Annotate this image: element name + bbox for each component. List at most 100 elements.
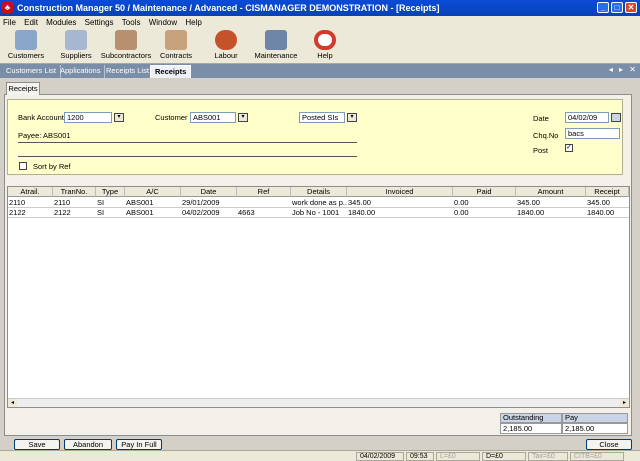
- cell-paid: 0.00: [454, 198, 469, 207]
- menu-window[interactable]: Window: [149, 18, 177, 27]
- post-checkbox[interactable]: ✓: [565, 144, 573, 152]
- contracts-icon: [165, 30, 187, 50]
- table-row[interactable]: 2110 2110 SI ABS001 29/01/2009 work done…: [8, 198, 629, 208]
- app-logo-icon: ♣: [2, 2, 13, 13]
- toolbar-label: Maintenance: [254, 51, 298, 60]
- receipts-grid: Atrail. TranNo. Type A/C Date Ref Detail…: [7, 186, 630, 408]
- tab-receipts[interactable]: Receipts: [150, 65, 192, 78]
- calendar-icon[interactable]: [611, 113, 621, 122]
- column-header-date[interactable]: Date: [181, 187, 237, 197]
- close-window-button[interactable]: ✕: [625, 2, 637, 13]
- maximize-button[interactable]: □: [611, 2, 623, 13]
- menu-modules[interactable]: Modules: [46, 18, 76, 27]
- cell-receipt[interactable]: 1840.00: [586, 208, 629, 218]
- cell-atrail: 2122: [9, 208, 26, 217]
- cell-amount: 345.00: [517, 198, 540, 207]
- sort-by-ref-checkbox[interactable]: [19, 162, 27, 170]
- toolbar-contracts-button[interactable]: Contracts: [158, 30, 194, 60]
- payee-text: Payee: ABS001: [18, 131, 71, 140]
- customer-dropdown-icon[interactable]: ▾: [238, 113, 248, 122]
- cell-date: 29/01/2009: [182, 198, 220, 207]
- tab-scroll-close-controls[interactable]: ◂ ▸ ✕: [609, 65, 638, 74]
- filter-select[interactable]: Posted SIs: [299, 112, 345, 123]
- toolbar-customers-button[interactable]: Customers: [6, 30, 46, 60]
- cheque-number-label: Chq.No: [533, 131, 559, 140]
- abandon-button[interactable]: Abandon: [64, 439, 112, 450]
- toolbar: Customers Suppliers Subcontractors Contr…: [0, 29, 640, 64]
- receipt-header-form: Bank Account 1200 ▾ Customer ABS001 ▾ Po…: [7, 99, 623, 175]
- column-header-tranno[interactable]: TranNo.: [53, 187, 96, 197]
- column-header-atrail[interactable]: Atrail.: [8, 187, 53, 197]
- filter-dropdown-icon[interactable]: ▾: [347, 113, 357, 122]
- menu-bar: File Edit Modules Settings Tools Window …: [0, 16, 640, 29]
- date-field[interactable]: 04/02/09: [565, 112, 609, 123]
- menu-file[interactable]: File: [3, 18, 16, 27]
- menu-tools[interactable]: Tools: [122, 18, 141, 27]
- menu-settings[interactable]: Settings: [85, 18, 114, 27]
- column-header-paid[interactable]: Paid: [453, 187, 516, 197]
- save-button[interactable]: Save: [14, 439, 60, 450]
- toolbar-subcontractors-button[interactable]: Subcontractors: [100, 30, 152, 60]
- toolbar-maintenance-button[interactable]: Maintenance: [254, 30, 298, 60]
- pay-value[interactable]: 2,185.00: [562, 423, 628, 434]
- minimize-button[interactable]: _: [597, 2, 609, 13]
- tab-applications[interactable]: Applications: [56, 65, 106, 78]
- status-bar: 04/02/2009 09:53 L=£0 D=£0 Tax=£0 CITB=£…: [0, 450, 640, 461]
- cell-paid: 0.00: [454, 208, 469, 217]
- scroll-right-icon[interactable]: ▸: [620, 399, 629, 407]
- menu-edit[interactable]: Edit: [24, 18, 38, 27]
- labour-icon: [215, 30, 237, 50]
- sort-by-ref-label: Sort by Ref: [33, 162, 71, 171]
- suppliers-icon: [65, 30, 87, 50]
- column-header-receipt[interactable]: Receipt: [586, 187, 629, 197]
- toolbar-label: Customers: [7, 51, 45, 60]
- horizontal-scrollbar[interactable]: ◂ ▸: [8, 398, 629, 407]
- column-header-amount[interactable]: Amount: [516, 187, 586, 197]
- window-title: Construction Manager 50 / Maintenance / …: [17, 3, 440, 13]
- close-button[interactable]: Close: [586, 439, 632, 450]
- bank-account-dropdown-icon[interactable]: ▾: [114, 113, 124, 122]
- column-header-type[interactable]: Type: [96, 187, 125, 197]
- column-header-ac[interactable]: A/C: [125, 187, 181, 197]
- outstanding-value: 2,185.00: [500, 423, 562, 434]
- cell-details: Job No - 1001: [292, 208, 340, 217]
- column-header-invoiced[interactable]: Invoiced: [347, 187, 453, 197]
- toolbar-suppliers-button[interactable]: Suppliers: [58, 30, 94, 60]
- cell-details: work done as p...: [292, 198, 347, 207]
- cell-tranno: 2110: [54, 198, 71, 207]
- menu-help[interactable]: Help: [185, 18, 201, 27]
- bank-account-label: Bank Account: [18, 113, 64, 122]
- status-d-total: D=£0: [482, 452, 526, 461]
- toolbar-label: Labour: [214, 51, 238, 60]
- cell-ac: ABS001: [126, 198, 154, 207]
- tab-receipts-list[interactable]: Receipts List: [102, 65, 154, 78]
- cell-ref: [237, 198, 291, 208]
- document-tabs: Customers List Applications Receipts Lis…: [0, 64, 640, 78]
- grid-header: Atrail. TranNo. Type A/C Date Ref Detail…: [8, 187, 629, 197]
- cell-amount: 1840.00: [517, 208, 545, 217]
- post-label: Post: [533, 146, 549, 155]
- column-header-ref[interactable]: Ref: [237, 187, 291, 197]
- bank-account-field[interactable]: 1200: [64, 112, 112, 123]
- tab-customers-list[interactable]: Customers List: [2, 65, 62, 78]
- table-row[interactable]: 2122 2122 SI ABS001 04/02/2009 4663 Job …: [8, 208, 629, 218]
- cell-type: SI: [97, 198, 105, 207]
- address-divider: [18, 156, 357, 157]
- scroll-left-icon[interactable]: ◂: [8, 399, 17, 407]
- pay-label: Pay: [562, 413, 628, 423]
- cell-receipt[interactable]: 345.00: [586, 198, 629, 208]
- toolbar-label: Suppliers: [60, 51, 92, 60]
- subtab-receipts[interactable]: Receipts: [6, 82, 40, 95]
- customer-field[interactable]: ABS001: [190, 112, 236, 123]
- cell-tranno: 2122: [54, 208, 71, 217]
- column-header-details[interactable]: Details: [291, 187, 347, 197]
- toolbar-labour-button[interactable]: Labour: [208, 30, 244, 60]
- subcontractors-icon: [115, 30, 137, 50]
- toolbar-help-button[interactable]: Help: [310, 30, 340, 60]
- cell-ac: ABS001: [126, 208, 154, 217]
- status-citb-total: CITB=£0: [570, 452, 624, 461]
- pay-in-full-button[interactable]: Pay In Full: [116, 439, 162, 450]
- status-labour-total: L=£0: [436, 452, 480, 461]
- payee-divider: [18, 142, 357, 143]
- cheque-number-field[interactable]: bacs: [565, 128, 620, 139]
